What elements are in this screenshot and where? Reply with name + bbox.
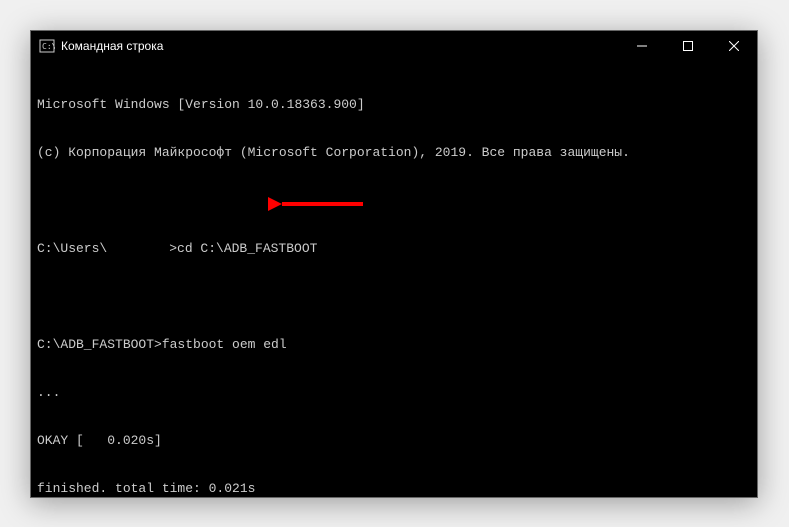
terminal-line: C:\ADB_FASTBOOT>fastboot oem edl <box>37 337 751 353</box>
minimize-button[interactable] <box>619 31 665 61</box>
close-button[interactable] <box>711 31 757 61</box>
terminal-line: OKAY [ 0.020s] <box>37 433 751 449</box>
terminal-line: (c) Корпорация Майкрософт (Microsoft Cor… <box>37 145 751 161</box>
terminal-line: finished. total time: 0.021s <box>37 481 751 497</box>
terminal-line: C:\Users\>cd C:\ADB_FASTBOOT <box>37 241 751 257</box>
terminal-line: Microsoft Windows [Version 10.0.18363.90… <box>37 97 751 113</box>
terminal-line <box>37 193 751 209</box>
svg-text:C:\: C:\ <box>42 42 55 51</box>
window-title: Командная строка <box>61 39 619 53</box>
terminal-area[interactable]: Microsoft Windows [Version 10.0.18363.90… <box>31 61 757 497</box>
window-controls <box>619 31 757 61</box>
terminal-line: ... <box>37 385 751 401</box>
cmd-window: C:\ Командная строка Microsoft Windows [… <box>30 30 758 498</box>
terminal-line <box>37 289 751 305</box>
titlebar[interactable]: C:\ Командная строка <box>31 31 757 61</box>
redacted-username <box>107 240 169 254</box>
maximize-button[interactable] <box>665 31 711 61</box>
cmd-icon: C:\ <box>39 38 55 54</box>
